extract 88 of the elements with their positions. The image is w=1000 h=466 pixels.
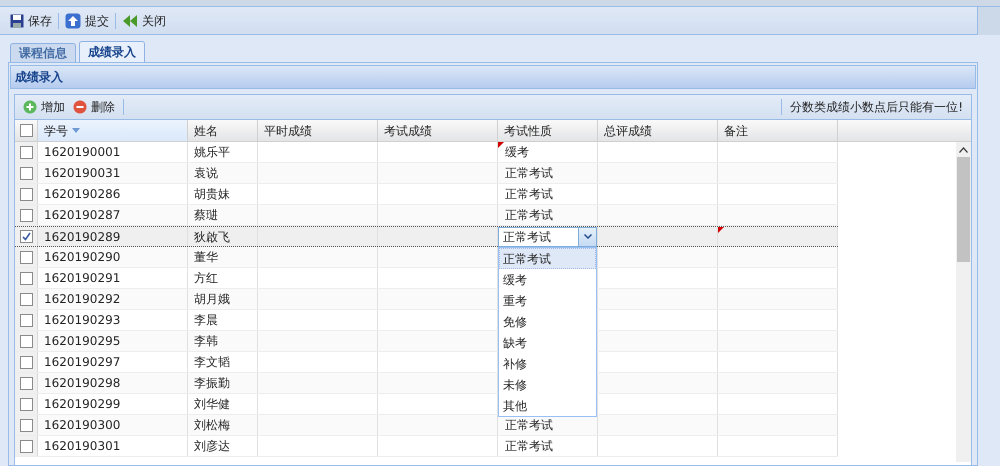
table-cell: 李振勤	[188, 373, 258, 393]
table-cell: 1620190293	[38, 310, 188, 330]
scroll-up-icon	[959, 147, 968, 153]
double-left-arrow-icon	[122, 14, 138, 28]
minus-circle-icon	[73, 100, 87, 114]
dropdown-option[interactable]: 免修	[499, 311, 596, 332]
table-cell: 1620190295	[38, 331, 188, 351]
table-cell: 董华	[188, 247, 258, 267]
table-cell: 1620190297	[38, 352, 188, 372]
table-cell: 1620190291	[38, 268, 188, 288]
select-all-checkbox[interactable]	[20, 124, 32, 137]
row-checkbox[interactable]	[20, 292, 32, 306]
toolbar-button[interactable]: 提交	[63, 12, 111, 30]
table-cell: 1620190290	[38, 247, 188, 267]
panel-header: 成绩录入	[10, 65, 976, 89]
row-checkbox[interactable]	[20, 418, 32, 432]
table-cell: 1620190292	[38, 289, 188, 309]
modified-flag-icon	[718, 227, 724, 233]
table-cell: 胡月娥	[188, 289, 258, 309]
dropdown-option[interactable]: 其他	[499, 395, 596, 416]
table-cell: 胡贵妹	[188, 184, 258, 204]
exam-type-combobox[interactable]: 正常考试	[498, 226, 597, 246]
row-checkbox[interactable]	[20, 440, 32, 452]
toolbar-button[interactable]: 关闭	[120, 12, 168, 30]
plus-circle-icon	[23, 100, 37, 114]
table-cell: 1620190300	[38, 415, 188, 435]
table-cell: 方红	[188, 268, 258, 288]
modified-flag-icon	[498, 142, 504, 148]
table-cell: 1620190001	[38, 142, 188, 162]
tab[interactable]: 课程信息	[10, 43, 76, 62]
dropdown-option[interactable]: 补修	[499, 353, 596, 374]
chevron-down-icon	[584, 234, 592, 239]
toolbar-button[interactable]: 保存	[8, 12, 54, 30]
row-checkbox[interactable]	[20, 314, 32, 326]
column-header[interactable]: 学号	[38, 120, 188, 141]
row-checkbox[interactable]	[20, 334, 32, 348]
table-cell: 李韩	[188, 331, 258, 351]
column-header[interactable]: 总评成绩	[598, 120, 718, 141]
row-checkbox[interactable]	[20, 272, 32, 284]
row-checkbox[interactable]	[20, 230, 32, 243]
table-cell: 李文韬	[188, 352, 258, 372]
row-checkbox[interactable]	[20, 376, 32, 390]
table-cell: 1620190286	[38, 184, 188, 204]
row-checkbox[interactable]	[20, 250, 32, 264]
table-cell-text: 缓考	[505, 144, 529, 161]
dropdown-option[interactable]: 缓考	[499, 269, 596, 290]
row-checkbox[interactable]	[20, 188, 32, 200]
row-checkbox[interactable]	[20, 166, 32, 180]
column-header[interactable]: 平时成绩	[258, 120, 378, 141]
table-cell: 蔡琎	[188, 205, 258, 225]
grid-toolbar-button[interactable]: 增加	[23, 98, 65, 116]
table-cell: 狄啟飞	[188, 227, 258, 246]
table-cell: 刘华健	[188, 394, 258, 414]
row-checkbox[interactable]	[20, 208, 32, 222]
dropdown-option[interactable]: 未修	[499, 374, 596, 395]
table-cell: 1620190287	[38, 205, 188, 225]
column-header[interactable]: 备注	[718, 120, 838, 141]
table-cell: 姚乐平	[188, 142, 258, 162]
table-cell: 1620190299	[38, 394, 188, 414]
table-cell: 刘松梅	[188, 415, 258, 435]
table-cell: 刘彦达	[188, 436, 258, 456]
vertical-scrollbar[interactable]	[956, 142, 971, 462]
column-header[interactable]: 考试成绩	[378, 120, 498, 141]
grid-toolbar-button[interactable]: 删除	[73, 98, 115, 116]
table-cell-text: 正常考试	[505, 186, 553, 203]
table-cell: 1620190031	[38, 163, 188, 183]
table-cell-text: 正常考试	[505, 417, 553, 434]
row-checkbox[interactable]	[20, 398, 32, 410]
tab[interactable]: 成绩录入	[79, 41, 145, 62]
dropdown-option[interactable]: 正常考试	[499, 248, 596, 269]
dropdown-option[interactable]: 缺考	[499, 332, 596, 353]
table-cell: 袁说	[188, 163, 258, 183]
table-cell-text: 正常考试	[505, 438, 553, 455]
table-cell-text: 正常考试	[505, 207, 553, 224]
sort-down-icon	[72, 128, 80, 133]
row-checkbox[interactable]	[20, 146, 32, 158]
up-arrow-icon	[65, 12, 81, 28]
dropdown-option[interactable]: 重考	[499, 290, 596, 311]
table-cell: 1620190298	[38, 373, 188, 393]
column-header[interactable]: 姓名	[188, 120, 258, 141]
hint-text: 分数类成绩小数点后只能有一位!	[790, 99, 963, 116]
checkmark-icon	[22, 232, 30, 241]
table-cell-text: 正常考试	[505, 165, 553, 182]
column-header[interactable]: 考试性质	[498, 120, 598, 141]
table-cell: 李晨	[188, 310, 258, 330]
table-cell: 1620190289	[38, 227, 188, 246]
table-cell: 1620190301	[38, 436, 188, 456]
row-checkbox[interactable]	[20, 356, 32, 368]
